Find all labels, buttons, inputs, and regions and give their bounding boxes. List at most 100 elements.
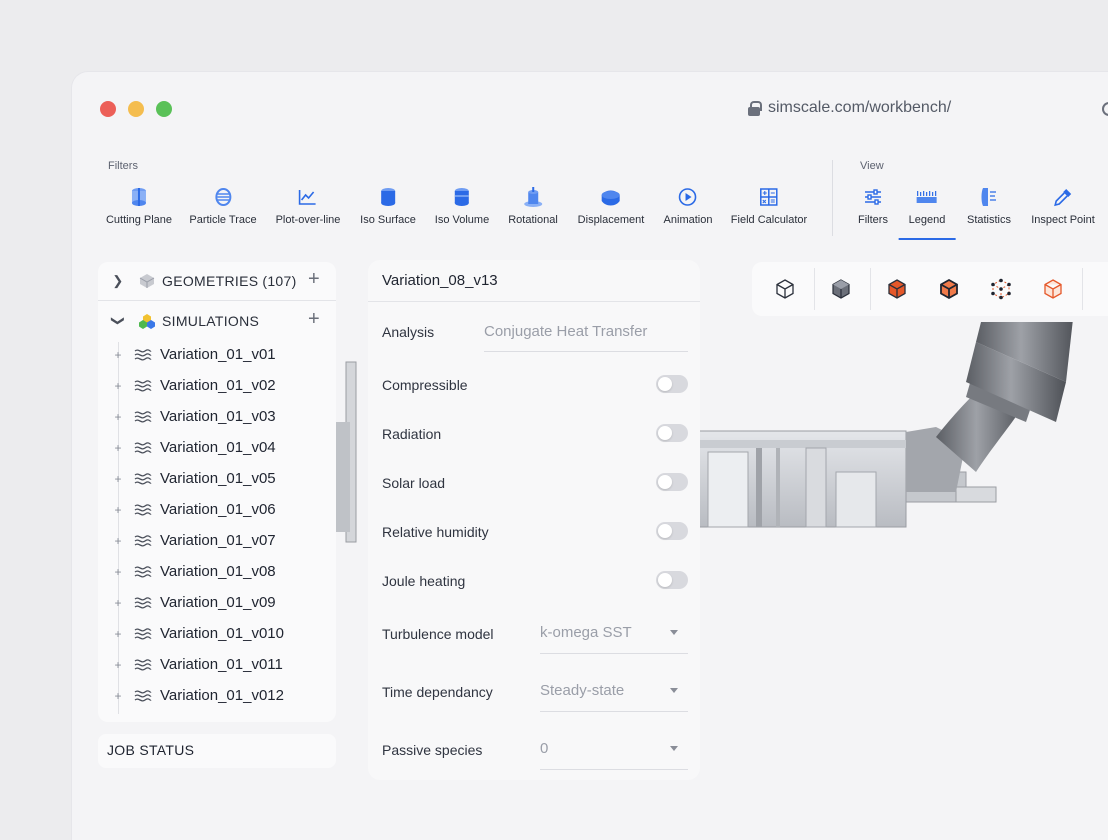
relative-humidity-toggle[interactable] [656, 522, 688, 540]
expand-icon[interactable]: + [112, 348, 124, 362]
geometries-header[interactable]: ❯ GEOMETRIES (107) + [98, 262, 336, 300]
tree-item-simulation[interactable]: + Variation_01_v05 [98, 463, 276, 494]
expand-icon[interactable]: + [112, 627, 124, 641]
expand-icon[interactable]: + [112, 441, 124, 455]
outline-view-button[interactable] [1036, 272, 1070, 306]
tree-item-simulation[interactable]: + Variation_01_v01 [98, 339, 275, 370]
passive-species-select[interactable]: 0 [540, 738, 688, 770]
radiation-toggle[interactable] [656, 424, 688, 442]
divider [368, 301, 700, 302]
geometries-count: (107) [262, 273, 297, 289]
inspect-point-icon [1052, 186, 1074, 208]
expand-icon[interactable]: + [112, 472, 124, 486]
tree-item-label: Variation_01_v05 [160, 470, 276, 487]
vertices-view-button[interactable] [984, 272, 1018, 306]
toggle-label: Relative humidity [382, 524, 489, 540]
compressible-toggle[interactable] [656, 375, 688, 393]
select-value: 0 [540, 740, 549, 757]
chevron-down-icon[interactable]: ❯ [110, 301, 126, 341]
tree-item-simulation[interactable]: + Variation_01_v08 [98, 556, 275, 587]
plot-over-line-tool[interactable]: Plot-over-line [275, 186, 341, 226]
tree-item-simulation[interactable]: + Variation_01_v07 [98, 525, 275, 556]
address-bar[interactable]: simscale.com/workbench/ [748, 99, 951, 117]
view-filters-tool[interactable]: Filters [858, 186, 888, 226]
expand-icon[interactable]: + [112, 410, 124, 424]
orange-solid-cube-icon [888, 279, 906, 299]
tree-item-label: Variation_01_v011 [160, 656, 283, 673]
tree-item-simulation[interactable]: + Variation_01_v09 [98, 587, 275, 618]
particle-trace-tool[interactable]: Particle Trace [189, 186, 257, 226]
maximize-window-button[interactable] [156, 101, 172, 117]
tree-item-label: Variation_01_v06 [160, 501, 276, 518]
close-window-button[interactable] [100, 101, 116, 117]
panel-title: Variation_08_v13 [382, 272, 498, 289]
iso-volume-tool[interactable]: Iso Volume [435, 186, 489, 226]
tree-item-simulation[interactable]: + Variation_01_v010 [98, 618, 284, 649]
job-status-header[interactable]: JOB STATUS [98, 734, 336, 768]
solid-cube-icon [832, 279, 850, 299]
displacement-tool[interactable]: Displacement [578, 186, 644, 226]
expand-icon[interactable]: + [112, 658, 124, 672]
iso-surface-tool[interactable]: Iso Surface [360, 186, 416, 226]
tool-label: Animation [663, 214, 713, 226]
tree-item-simulation[interactable]: + Variation_01_v06 [98, 494, 276, 525]
tool-label: Plot-over-line [275, 214, 341, 226]
add-geometry-button[interactable]: + [308, 268, 320, 291]
simulation-icon [134, 627, 152, 639]
select-label: Passive species [382, 742, 483, 758]
tree-item-label: Variation_01_v012 [160, 687, 284, 704]
filters-group-label: Filters [108, 160, 138, 172]
simulation-icon [134, 410, 152, 422]
solar-load-toggle[interactable] [656, 473, 688, 491]
displacement-icon [600, 186, 622, 208]
field-calculator-tool[interactable]: Field Calculator [731, 186, 807, 226]
analysis-field[interactable]: Conjugate Heat Transfer [484, 322, 688, 352]
legend-tool[interactable]: Legend [898, 186, 956, 240]
simulation-icon [134, 596, 152, 608]
joule-heating-toggle[interactable] [656, 571, 688, 589]
tree-item-simulation[interactable]: + Variation_01_v02 [98, 370, 275, 401]
tree-item-simulation[interactable]: + Variation_01_v011 [98, 649, 283, 680]
tree-item-simulation[interactable]: + Variation_01_v012 [98, 680, 284, 711]
solid-edges-view-button[interactable] [880, 272, 914, 306]
rotational-tool[interactable]: Rotational [508, 186, 558, 226]
reload-icon[interactable] [1102, 102, 1108, 116]
tree-item-simulation[interactable]: + Variation_01_v03 [98, 401, 276, 432]
cutting-plane-tool[interactable]: Cutting Plane [106, 186, 172, 226]
simulation-icon [134, 379, 152, 391]
chevron-down-icon [670, 630, 678, 635]
wireframe-view-button[interactable] [768, 272, 802, 306]
expand-icon[interactable]: + [112, 379, 124, 393]
select-label: Turbulence model [382, 626, 494, 642]
tree-item-label: Variation_01_v03 [160, 408, 276, 425]
rotational-icon [522, 186, 544, 208]
solid-view-button[interactable] [824, 272, 858, 306]
expand-icon[interactable]: + [112, 565, 124, 579]
tree-item-simulation[interactable]: + Variation_01_v04 [98, 432, 275, 463]
inspect-point-tool[interactable]: Inspect Point [1031, 186, 1095, 226]
statistics-tool[interactable]: Statistics [967, 186, 1011, 226]
expand-icon[interactable]: + [112, 503, 124, 517]
time-dependancy-select[interactable]: Steady-state [540, 680, 688, 712]
statistics-icon [978, 186, 1000, 208]
add-simulation-button[interactable]: + [308, 308, 320, 331]
simulations-header[interactable]: ❯ SIMULATIONS + [98, 302, 336, 340]
orange-edges-cube-icon [940, 278, 958, 300]
simulation-icon [134, 441, 152, 453]
expand-icon[interactable]: + [112, 534, 124, 548]
geometries-label: GEOMETRIES [162, 273, 259, 289]
project-tree: ❯ GEOMETRIES (107) + ❯ SIMULATIONS + + Va… [98, 262, 336, 722]
toggle-label: Solar load [382, 475, 446, 491]
simulation-icon [134, 658, 152, 670]
turbulence-model-select[interactable]: k-omega SST [540, 622, 688, 654]
expand-icon[interactable]: + [112, 596, 124, 610]
wireframe-cube-icon [776, 279, 794, 299]
minimize-window-button[interactable] [128, 101, 144, 117]
animation-tool[interactable]: Animation [663, 186, 713, 226]
render-mode-bar [752, 262, 1108, 316]
surface-edges-view-button[interactable] [932, 272, 966, 306]
particle-trace-icon [212, 186, 234, 208]
tool-label: Filters [858, 214, 888, 226]
expand-icon[interactable]: + [112, 689, 124, 703]
chevron-right-icon[interactable]: ❯ [98, 273, 138, 289]
